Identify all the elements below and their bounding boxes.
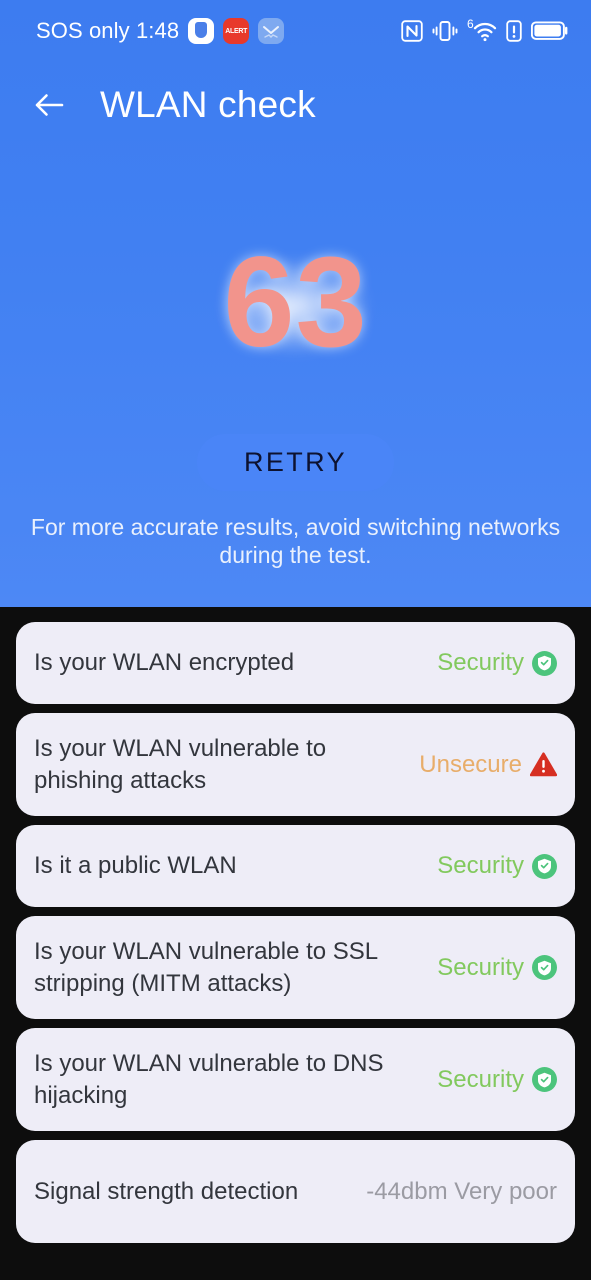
- status-bar: SOS only 1:48 ALERT 6: [0, 0, 591, 62]
- check-status-text: Security: [437, 953, 524, 981]
- page-title: WLAN check: [100, 84, 316, 125]
- check-status: Security: [437, 852, 557, 880]
- check-status-text: Security: [437, 852, 524, 879]
- check-label: Signal strength detection: [34, 1177, 299, 1205]
- battery-icon: [531, 21, 568, 40]
- warning-triangle-icon: [530, 752, 557, 777]
- check-label: Is your WLAN vulnerable to SSL stripping…: [34, 937, 378, 997]
- status-bar-left: SOS only 1:48: [36, 18, 285, 44]
- shield-check-icon: [532, 1067, 557, 1092]
- check-list: Is your WLAN encrypted Security Is your WL…: [0, 622, 591, 1243]
- check-row[interactable]: Is your WLAN vulnerable to DNS hijacking…: [16, 1028, 575, 1131]
- back-arrow-icon: [35, 94, 64, 116]
- check-label: Is it a public WLAN: [34, 852, 237, 880]
- accuracy-hint: For more accurate results, avoid switchi…: [30, 514, 561, 568]
- alert-icon: [506, 20, 522, 42]
- check-row[interactable]: Is it a public WLAN Security: [16, 825, 575, 907]
- check-status: -44dbm Very poor: [366, 1178, 557, 1206]
- check-status: Security: [437, 1066, 557, 1094]
- shield-check-icon: [532, 853, 557, 879]
- check-label: Is your WLAN vulnerable to phishing atta…: [34, 734, 327, 794]
- mail-app-icon: [258, 18, 285, 44]
- shield-check-icon: [532, 650, 557, 676]
- shield-check-glyph-icon: [538, 655, 551, 671]
- alert-app-icon: [223, 18, 250, 44]
- phone-screen: SOS only 1:48 ALERT 6 WLAN check 63 RETR…: [0, 0, 591, 1280]
- check-label: Is your WLAN encrypted: [34, 649, 295, 677]
- hero-section: SOS only 1:48 ALERT 6 WLAN check 63 RETR…: [0, 0, 591, 607]
- check-status-text: -44dbm Very poor: [366, 1177, 557, 1205]
- wifi-arcs-icon: [473, 22, 497, 42]
- score-display: 63: [0, 228, 591, 378]
- shield-check-glyph-icon: [538, 858, 551, 874]
- vibrate-icon: [432, 21, 458, 41]
- retry-button-area: RETRY: [0, 434, 591, 491]
- retry-button[interactable]: RETRY: [196, 434, 395, 491]
- check-status-text: Unsecure: [419, 750, 522, 778]
- wifi6-icon: 6: [467, 17, 497, 43]
- check-status: Security: [437, 954, 557, 982]
- app-bar: WLAN check: [0, 70, 591, 140]
- check-row[interactable]: Is your WLAN vulnerable to SSL stripping…: [16, 916, 575, 1019]
- shield-app-icon: [188, 18, 215, 44]
- nfc-icon: [401, 20, 423, 42]
- back-button[interactable]: [30, 83, 74, 127]
- check-row[interactable]: Signal strength detection -44dbm Very poo…: [16, 1140, 575, 1243]
- check-status-text: Security: [437, 649, 524, 676]
- check-status: Unsecure: [419, 751, 557, 779]
- shield-check-glyph-icon: [538, 960, 551, 975]
- check-status-text: Security: [437, 1065, 524, 1093]
- carrier-and-clock: SOS only 1:48: [36, 18, 180, 43]
- shield-check-icon: [532, 955, 557, 980]
- check-label: Is your WLAN vulnerable to DNS hijacking: [34, 1049, 384, 1109]
- shield-check-glyph-icon: [538, 1072, 551, 1087]
- mail-glyph-icon: [263, 26, 280, 38]
- status-bar-right: 6: [401, 17, 569, 43]
- check-row[interactable]: Is your WLAN vulnerable to phishing atta…: [16, 713, 575, 816]
- check-row[interactable]: Is your WLAN encrypted Security: [16, 622, 575, 704]
- score-value: 63: [223, 231, 368, 374]
- check-status: Security: [437, 649, 557, 677]
